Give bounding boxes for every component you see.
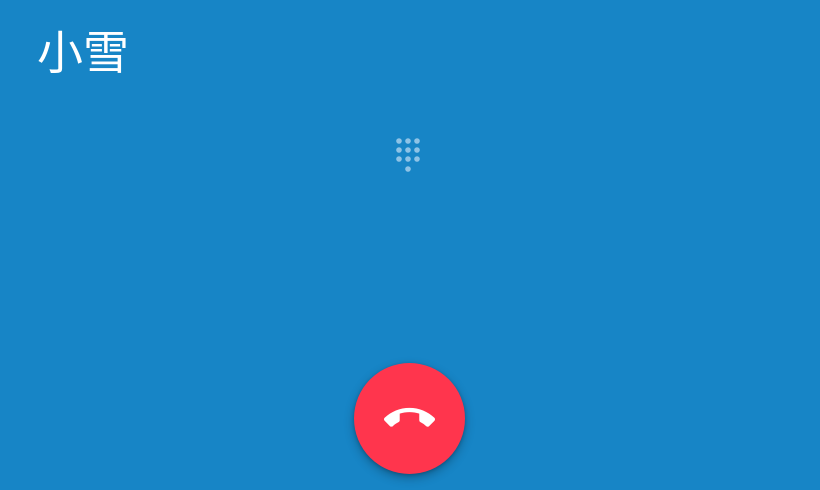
in-call-screen: 小雪 — [0, 0, 820, 490]
call-end-icon — [383, 393, 435, 444]
dialpad-icon — [396, 138, 420, 172]
caller-name: 小雪 — [37, 26, 129, 80]
end-call-button[interactable] — [354, 363, 465, 474]
dialpad-toggle-button[interactable] — [389, 132, 429, 180]
